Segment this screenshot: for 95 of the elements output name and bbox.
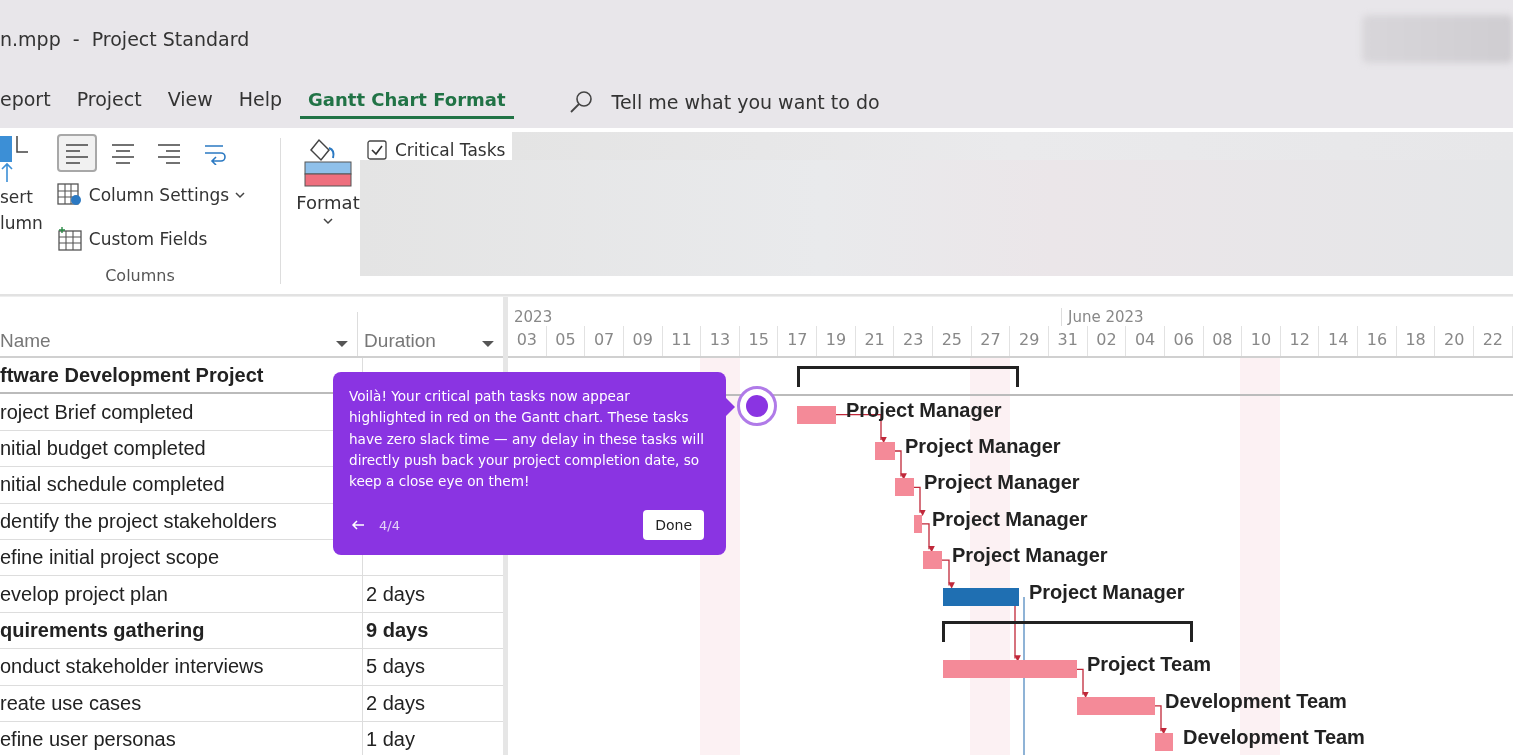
caret-icon: [322, 217, 334, 225]
resource-label: Project Manager: [905, 435, 1061, 458]
timescale-day: 22: [1474, 326, 1513, 356]
custom-fields-button[interactable]: Custom Fields: [56, 218, 246, 260]
format-button[interactable]: Format: [297, 136, 359, 256]
timescale-day: 25: [933, 326, 972, 356]
insert-column-label[interactable]: lumn: [0, 210, 43, 236]
timescale-day: 16: [1358, 326, 1397, 356]
task-duration: 5 days: [366, 655, 425, 679]
task-name: dentify the project stakeholders: [0, 509, 277, 533]
task-name: ftware Development Project: [0, 363, 264, 387]
dependency-arrow: [1074, 668, 1089, 699]
group-label: Columns: [104, 266, 176, 285]
align-right-icon: [156, 142, 181, 164]
ribbon-tab[interactable]: Help: [230, 84, 291, 119]
timescale-day: 17: [778, 326, 818, 356]
tour-message: Voilà! Your critical path tasks now appear highlighted in red on the Gantt chart. These tasks have zero slack time — any delay in these tasks will directly push back your project completion date, so keep a close eye on them!: [349, 387, 704, 492]
dependency-arrow: [892, 450, 907, 480]
task-duration: 1 day: [366, 728, 415, 752]
step-counter: 4/4: [379, 518, 400, 533]
timescale-day: 12: [1280, 326, 1320, 356]
critical-tasks-checkbox[interactable]: Critical Tasks: [367, 136, 506, 164]
timescale-day: 04: [1126, 326, 1165, 356]
summary-bar[interactable]: [942, 620, 1193, 643]
timescale-day: 15: [739, 326, 779, 356]
ribbon-tab[interactable]: Gantt Chart Format: [300, 84, 514, 119]
align-button[interactable]: [56, 134, 97, 172]
dependency-arrow: [919, 523, 935, 553]
timescale-day: 23: [894, 326, 934, 356]
dropdown-icon[interactable]: [335, 340, 350, 348]
timescale-day: 27: [971, 326, 1011, 356]
task-name: reate use cases: [0, 691, 142, 715]
summary-bar[interactable]: [797, 366, 1019, 388]
resource-label: Project Manager: [952, 544, 1108, 568]
window-title: n.mpp - Project Standard: [0, 27, 250, 50]
timescale-day: 11: [662, 326, 702, 356]
timescale-day: 21: [855, 326, 895, 356]
paint-bucket-icon: [303, 136, 353, 188]
timescale-period: June 2023: [1061, 308, 1144, 326]
resource-label: Project Team: [1087, 653, 1212, 677]
task-name: quirements gathering: [0, 618, 205, 642]
resource-label: Project Manager: [846, 398, 1002, 422]
task-duration: 9 days: [366, 618, 429, 642]
column-settings-button[interactable]: Column Settings: [56, 174, 246, 216]
task-name: nitial budget completed: [0, 436, 206, 460]
column-header[interactable]: Duration: [357, 312, 482, 356]
timescale-day: 07: [585, 326, 624, 356]
task-name: nitial schedule completed: [0, 473, 225, 497]
dependency-arrow: [911, 486, 926, 517]
timescale-day: 13: [701, 326, 740, 356]
task-name: roject Brief completed: [0, 400, 194, 424]
ribbon-tab[interactable]: eport: [0, 84, 59, 119]
dependency-arrow: [939, 559, 955, 589]
timescale-day: 19: [817, 326, 856, 356]
dependency-arrow: [1152, 705, 1167, 735]
timescale-day: 08: [1203, 326, 1243, 356]
column-header[interactable]: Name: [0, 330, 336, 356]
timescale-day: 20: [1435, 326, 1474, 356]
done-button[interactable]: Done: [643, 510, 704, 541]
caret-icon: [235, 191, 246, 199]
resource-label: Project Manager: [924, 471, 1080, 495]
tell-me-search[interactable]: Tell me what you want to do: [611, 90, 880, 113]
timescale-day: 02: [1087, 326, 1127, 356]
table-settings-icon: [56, 183, 83, 207]
timescale-day: 03: [508, 326, 547, 356]
task-name: evelop project plan: [0, 582, 168, 606]
ribbon-tab[interactable]: View: [159, 84, 221, 119]
table-add-icon: [56, 227, 83, 251]
task-duration: 2 days: [366, 691, 425, 715]
task-bar[interactable]: [943, 587, 1019, 606]
timescale-day: 29: [1010, 326, 1049, 356]
align-left-icon: [64, 142, 89, 164]
timescale-period: 2023: [513, 308, 554, 326]
timescale-day: 14: [1319, 326, 1359, 356]
task-name: efine initial project scope: [0, 546, 219, 570]
timescale-day: 09: [623, 326, 663, 356]
resource-label: Project Manager: [932, 507, 1088, 531]
back-arrow-icon: [351, 520, 365, 531]
resource-label: Development Team: [1165, 689, 1347, 713]
beacon-marker[interactable]: [737, 386, 777, 426]
insert-column-label[interactable]: sert: [0, 184, 43, 210]
resource-label: Project Manager: [1029, 580, 1185, 604]
timescale-day: 31: [1048, 326, 1088, 356]
task-name: efine user personas: [0, 728, 176, 752]
checkbox-icon[interactable]: [367, 140, 387, 160]
timescale-day: 06: [1164, 326, 1204, 356]
timescale-day: 10: [1242, 326, 1281, 356]
task-duration: 2 days: [366, 582, 425, 606]
resource-label: Development Team: [1183, 726, 1365, 750]
timescale-day: 18: [1396, 326, 1436, 356]
dropdown-icon[interactable]: [481, 340, 495, 348]
align-center-icon: [110, 142, 135, 164]
task-name: onduct stakeholder interviews: [0, 655, 264, 679]
ribbon-tab[interactable]: Project: [68, 84, 150, 119]
timescale-day: 05: [546, 326, 586, 356]
